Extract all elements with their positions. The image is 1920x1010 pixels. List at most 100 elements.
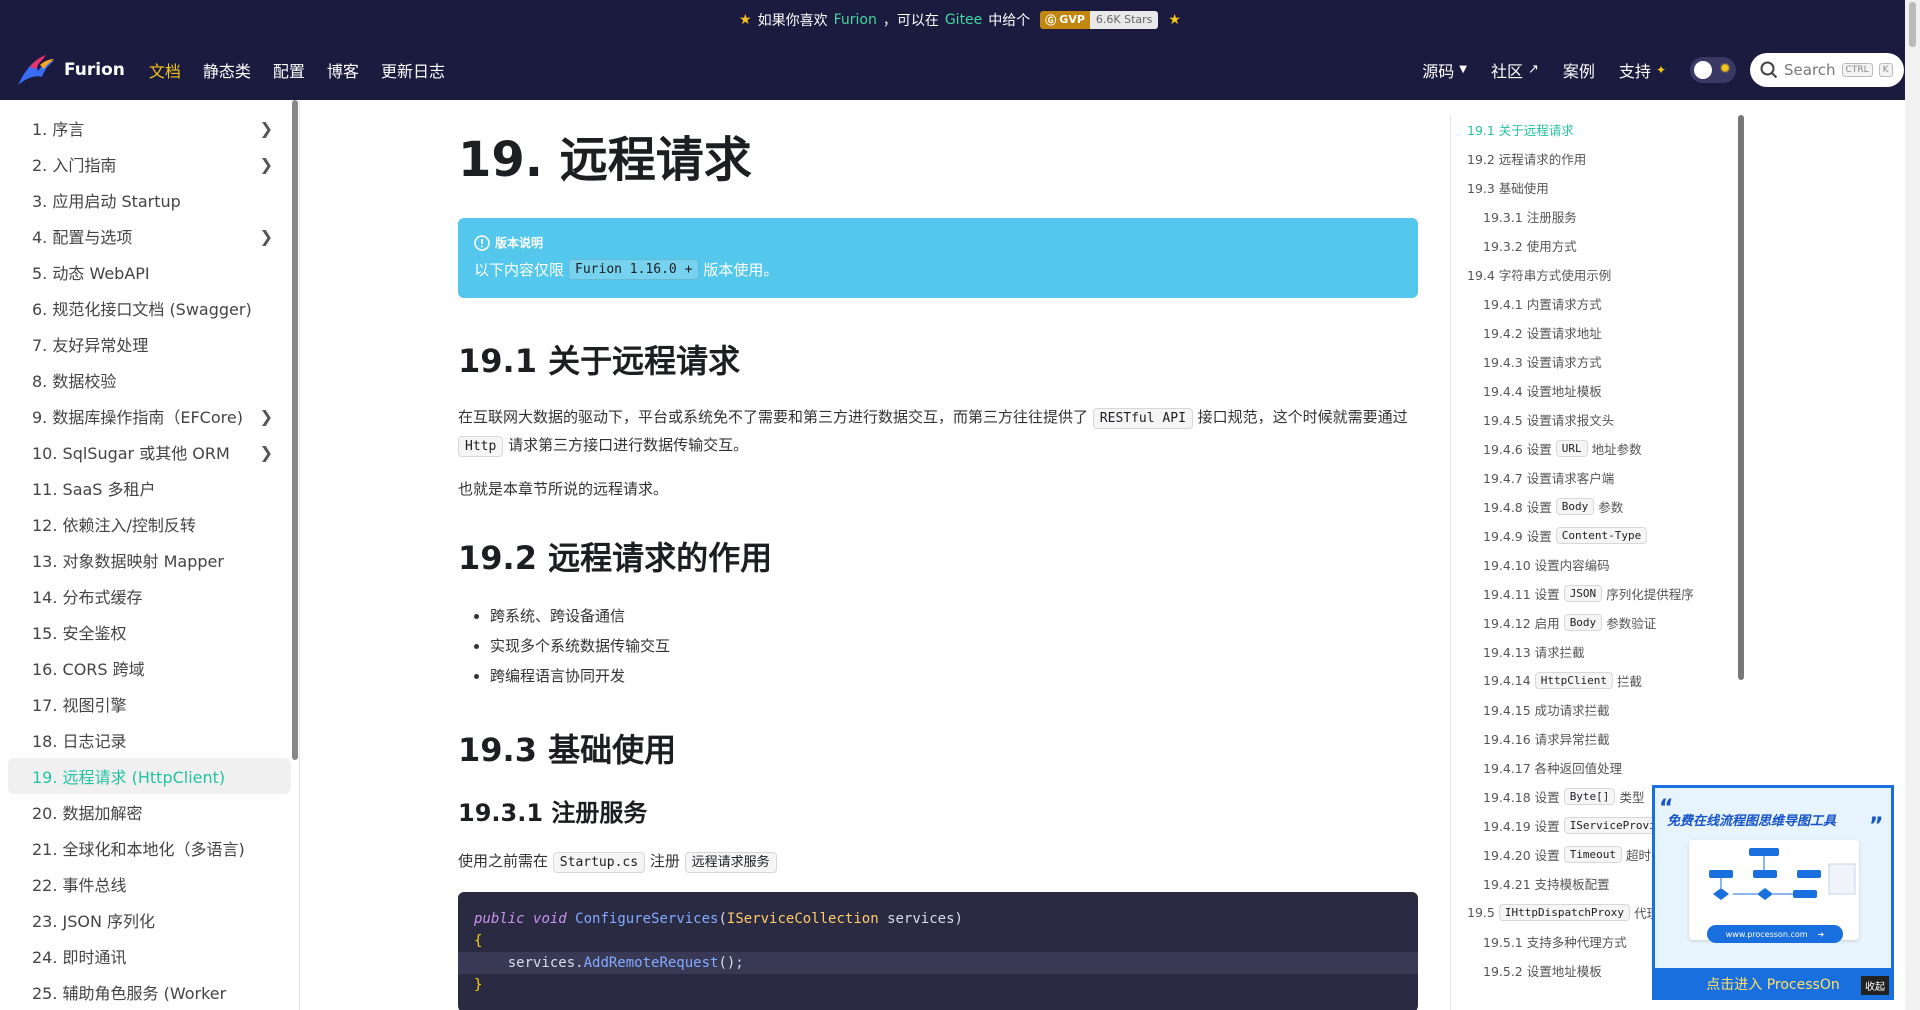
toc-link[interactable]: 19.1 关于远程请求 — [1451, 115, 1745, 144]
toc-link[interactable]: 19.4 字符串方式使用示例 — [1451, 260, 1745, 289]
toc-link[interactable]: 19.3.1 注册服务 — [1451, 202, 1745, 231]
toc-link[interactable]: 19.4.4 设置地址模板 — [1451, 376, 1745, 405]
search-placeholder: Search — [1784, 60, 1836, 79]
page-scrollbar-thumb[interactable] — [1909, 2, 1916, 47]
sidebar-item[interactable]: 7. 友好异常处理 — [8, 326, 291, 362]
sidebar-item[interactable]: 23. JSON 序列化 — [8, 902, 291, 938]
furion-logo-icon — [18, 54, 54, 85]
nav-docs[interactable]: 文档 — [149, 58, 181, 82]
sidebar-item[interactable]: 14. 分布式缓存 — [8, 578, 291, 614]
code-block[interactable]: public void ConfigureServices(IServiceCo… — [458, 892, 1418, 1010]
sidebar-item[interactable]: 1. 序言 ❯ — [8, 110, 291, 146]
nav-community[interactable]: 社区 ↗ — [1491, 58, 1539, 82]
toc-link-code: IHttpDispatchProxy — [1498, 904, 1631, 921]
toc-link[interactable]: 19.4.16 请求异常拦截 — [1451, 724, 1745, 753]
sidebar-item-label: 5. 动态 WebAPI — [32, 264, 150, 283]
sidebar-item[interactable]: 3. 应用启动 Startup — [8, 182, 291, 218]
toc-link[interactable]: 19.4.5 设置请求报文头 — [1451, 405, 1745, 434]
search-button[interactable]: Search CTRL K — [1750, 52, 1904, 87]
toc-link[interactable]: 19.4.1 内置请求方式 — [1451, 289, 1745, 318]
sidebar-item[interactable]: 22. 事件总线 — [8, 866, 291, 902]
toc-link[interactable]: 19.4.8 设置 Body 参数 — [1451, 492, 1745, 521]
toc-link[interactable]: 19.4.2 设置请求地址 — [1451, 318, 1745, 347]
toc-link[interactable]: 19.4.9 设置 Content-Type — [1451, 521, 1745, 550]
toc-link-label: 19.4.19 设置 — [1483, 819, 1560, 834]
toc-link[interactable]: 19.4.12 启用 Body 参数验证 — [1451, 608, 1745, 637]
sidebar-item[interactable]: 12. 依赖注入/控制反转 — [8, 506, 291, 542]
nav-static-classes[interactable]: 静态类 — [203, 58, 251, 82]
toc-link-code: Timeout — [1563, 846, 1623, 863]
announcement-gitee-link[interactable]: Gitee — [945, 12, 982, 28]
sidebar-item[interactable]: 19. 远程请求 (HttpClient) — [8, 758, 291, 794]
sidebar-item[interactable]: 24. 即时通讯 — [8, 938, 291, 974]
chevron-right-icon[interactable]: ❯ — [260, 119, 273, 138]
toc-link[interactable]: 19.2 远程请求的作用 — [1451, 144, 1745, 173]
sidebar-item[interactable]: 5. 动态 WebAPI — [8, 254, 291, 290]
toc-link[interactable]: 19.4.3 设置请求方式 — [1451, 347, 1745, 376]
toc-link[interactable]: 19.4.15 成功请求拦截 — [1451, 695, 1745, 724]
sidebar-item[interactable]: 13. 对象数据映射 Mapper — [8, 542, 291, 578]
ad-close-button[interactable]: 收起 — [1861, 976, 1889, 995]
ad-cta[interactable]: 点击进入 ProcessOn — [1655, 968, 1891, 1000]
section-19-3-heading: 19.3 基础使用 — [458, 731, 677, 769]
http-code: Http — [458, 436, 504, 457]
toc-link-label: 19.4.8 设置 — [1483, 500, 1552, 515]
announcement-middle: ，可以在 — [882, 12, 939, 29]
sidebar-item[interactable]: 17. 视图引擎 — [8, 686, 291, 722]
toc-link[interactable]: 19.4.14 HttpClient 拦截 — [1451, 666, 1745, 695]
sidebar-item[interactable]: 16. CORS 跨域 — [8, 650, 291, 686]
nav-source-dropdown[interactable]: 源码 ▼ — [1422, 58, 1467, 82]
theme-toggle[interactable]: ✹ — [1690, 56, 1736, 83]
sidebar-item[interactable]: 8. 数据校验 — [8, 362, 291, 398]
nav-changelog[interactable]: 更新日志 — [381, 58, 445, 82]
toc-link[interactable]: 19.4.17 各种返回值处理 — [1451, 753, 1745, 782]
toc-link[interactable]: 19.4.13 请求拦截 — [1451, 637, 1745, 666]
nav-config[interactable]: 配置 — [273, 58, 305, 82]
toc-link-label: 19.4 字符串方式使用示例 — [1467, 268, 1612, 283]
toc-link-label: 19.4.20 设置 — [1483, 848, 1560, 863]
processon-ad[interactable]: “ 免费在线流程图思维导图工具 ” www.processon.com ➔ 点击… — [1652, 785, 1894, 1000]
toc-link-label: 19.4.1 内置请求方式 — [1483, 297, 1602, 312]
sidebar-item[interactable]: 2. 入门指南 ❯ — [8, 146, 291, 182]
nav-blog[interactable]: 博客 — [327, 58, 359, 82]
code-type: IServiceCollection — [726, 911, 879, 927]
sidebar-scrollbar[interactable] — [292, 100, 298, 760]
section-19-3-1-heading: 19.3.1 注册服务 — [458, 799, 648, 827]
sidebar-item[interactable]: 11. SaaS 多租户 — [8, 470, 291, 506]
sidebar-item-label: 3. 应用启动 Startup — [32, 192, 181, 211]
chevron-right-icon[interactable]: ❯ — [260, 155, 273, 174]
announcement-suffix: 中给个 — [988, 12, 1031, 29]
page-scrollbar[interactable] — [1905, 0, 1920, 1010]
sidebar-item[interactable]: 9. 数据库操作指南（EFCore) ❯ — [8, 398, 291, 434]
sidebar-item-label: 13. 对象数据映射 Mapper — [32, 552, 224, 571]
toc-link[interactable]: 19.4.11 设置 JSON 序列化提供程序 — [1451, 579, 1745, 608]
sidebar-item[interactable]: 20. 数据加解密 — [8, 794, 291, 830]
sidebar-item[interactable]: 18. 日志记录 — [8, 722, 291, 758]
brand[interactable]: Furion — [16, 53, 125, 87]
sidebar-item[interactable]: 10. SqlSugar 或其他 ORM ❯ — [8, 434, 291, 470]
page-title: 19. 远程请求 — [458, 132, 752, 188]
sidebar-item[interactable]: 21. 全球化和本地化（多语言) — [8, 830, 291, 866]
sidebar-item[interactable]: 4. 配置与选项 ❯ — [8, 218, 291, 254]
toc-link[interactable]: 19.3.2 使用方式 — [1451, 231, 1745, 260]
sun-icon: ✹ — [1719, 60, 1731, 77]
toc-link[interactable]: 19.4.6 设置 URL 地址参数 — [1451, 434, 1745, 463]
chevron-right-icon[interactable]: ❯ — [260, 443, 273, 462]
nav-cases[interactable]: 案例 — [1563, 58, 1595, 82]
toc-link[interactable]: 19.4.7 设置请求客户端 — [1451, 463, 1745, 492]
paragraph-text: 使用之前需在 — [458, 852, 549, 870]
sidebar-item[interactable]: 25. 辅助角色服务 (Worker — [8, 974, 291, 1010]
toc-scrollbar[interactable] — [1738, 115, 1744, 680]
toc-link[interactable]: 19.4.10 设置内容编码 — [1451, 550, 1745, 579]
toc-link[interactable]: 19.3 基础使用 — [1451, 173, 1745, 202]
sidebar-item[interactable]: 6. 规范化接口文档 (Swagger) — [8, 290, 291, 326]
caret-down-icon: ▼ — [1459, 64, 1467, 75]
announcement-furion-link[interactable]: Furion — [834, 12, 877, 28]
gvp-badge[interactable]: Ⓖ GVP 6.6K Stars — [1040, 10, 1159, 29]
chevron-right-icon[interactable]: ❯ — [260, 407, 273, 426]
sparkle-icon: ✦ — [1655, 62, 1666, 77]
chevron-right-icon[interactable]: ❯ — [260, 227, 273, 246]
code-line: public void ConfigureServices(IServiceCo… — [474, 911, 963, 927]
sidebar-item[interactable]: 15. 安全鉴权 — [8, 614, 291, 650]
nav-support[interactable]: 支持 ✦ — [1619, 58, 1666, 82]
